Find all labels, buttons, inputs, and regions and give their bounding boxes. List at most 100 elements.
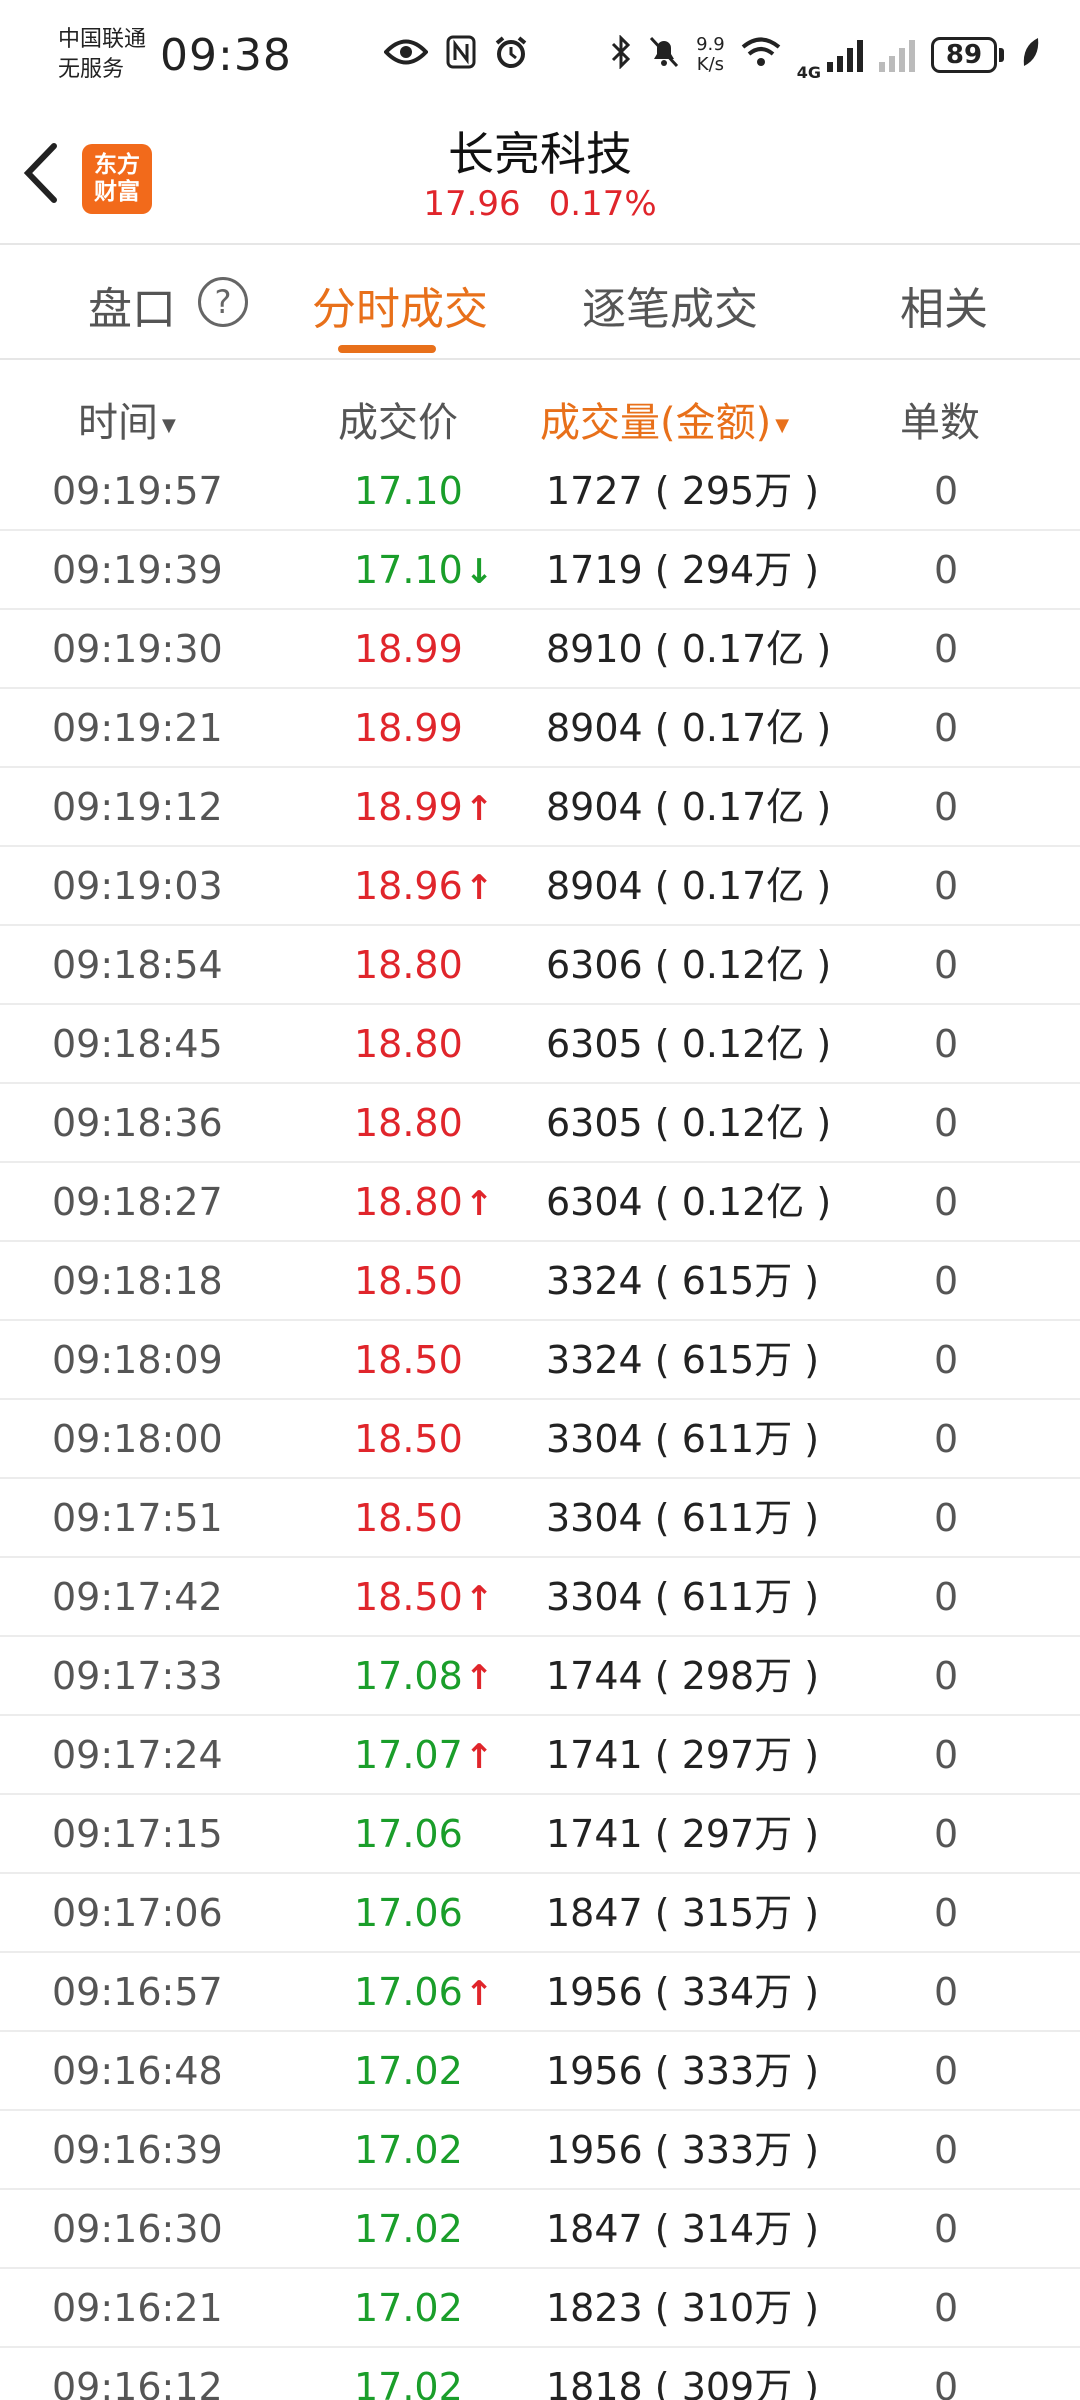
- tab-panel[interactable]: 盘口: [88, 273, 176, 337]
- table-row: 09:16:30 17.02 1847 ( 314万 ) 0: [0, 2190, 1080, 2269]
- trade-count: 0: [934, 785, 959, 829]
- trade-time: 09:19:21: [52, 706, 223, 750]
- signal-no-service-icon: [879, 38, 915, 72]
- trade-time: 09:18:09: [52, 1338, 223, 1382]
- trade-price: 17.02: [354, 2190, 463, 2269]
- column-volume-label: 成交量(金额): [540, 400, 772, 446]
- stock-quote: 17.96 0.17%: [0, 184, 1080, 224]
- trade-price-value: 18.96: [354, 864, 463, 908]
- trade-volume: 6306 ( 0.12亿 ): [546, 943, 832, 987]
- trade-volume: 1741 ( 297万 ): [546, 1812, 820, 1856]
- table-row: 09:18:54 18.80 6306 ( 0.12亿 ) 0: [0, 926, 1080, 1005]
- table-row: 09:19:12 18.99↑ 8904 ( 0.17亿 ) 0: [0, 768, 1080, 847]
- trade-volume: 8910 ( 0.17亿 ): [546, 627, 832, 671]
- trade-price-value: 18.50: [354, 1496, 463, 1540]
- stock-header: 东方 财富 长亮科技 17.96 0.17%: [0, 110, 1080, 245]
- trade-count: 0: [934, 943, 959, 987]
- network-speed-value: 9.9: [696, 34, 725, 55]
- trade-price: 17.02: [354, 2032, 463, 2111]
- trade-price-value: 17.02: [354, 2286, 463, 2330]
- trade-price: 17.06↑: [354, 1953, 493, 2032]
- signal-strength-icon: [827, 38, 863, 72]
- leaf-icon: [1020, 36, 1040, 74]
- trade-volume: 1956 ( 333万 ): [546, 2128, 820, 2172]
- trade-volume: 8904 ( 0.17亿 ): [546, 706, 832, 750]
- trade-volume: 8904 ( 0.17亿 ): [546, 785, 832, 829]
- help-icon[interactable]: ?: [198, 277, 248, 327]
- trade-volume: 6304 ( 0.12亿 ): [546, 1180, 832, 1224]
- trade-time: 09:18:36: [52, 1101, 223, 1145]
- table-row: 09:18:45 18.80 6305 ( 0.12亿 ) 0: [0, 1005, 1080, 1084]
- table-row: 09:17:15 17.06 1741 ( 297万 ) 0: [0, 1795, 1080, 1874]
- table-row: 09:17:24 17.07↑ 1741 ( 297万 ) 0: [0, 1716, 1080, 1795]
- stock-change-pct: 0.17%: [548, 184, 657, 224]
- trade-count: 0: [934, 706, 959, 750]
- table-row: 09:16:48 17.02 1956 ( 333万 ) 0: [0, 2032, 1080, 2111]
- trade-price: 17.10: [354, 452, 463, 531]
- trade-count: 0: [934, 1970, 959, 2014]
- status-bar: 中国联通 无服务 09:38 9.9 K/s 4G 89: [0, 0, 1080, 110]
- arrow-up-icon: ↑: [464, 789, 494, 829]
- trade-price-value: 17.02: [354, 2128, 463, 2172]
- trade-price-value: 17.02: [354, 2365, 463, 2400]
- column-time[interactable]: 时间 ▼: [78, 390, 176, 448]
- trade-price: 17.02: [354, 2269, 463, 2348]
- active-tab-indicator: [338, 345, 436, 353]
- trade-price-value: 17.02: [354, 2049, 463, 2093]
- carrier-name: 中国联通: [58, 27, 147, 52]
- trade-count: 0: [934, 2128, 959, 2172]
- network-speed: 9.9 K/s: [696, 35, 725, 75]
- trade-time: 09:19:03: [52, 864, 223, 908]
- trade-count: 0: [934, 2207, 959, 2251]
- eye-icon: [383, 37, 429, 73]
- mute-bell-icon: [648, 35, 680, 75]
- trade-volume: 1823 ( 310万 ): [546, 2286, 820, 2330]
- trade-price: 18.99: [354, 689, 463, 768]
- arrow-up-icon: ↑: [464, 1974, 494, 2014]
- trade-count: 0: [934, 1180, 959, 1224]
- alarm-icon: [494, 35, 528, 75]
- trade-volume: 1956 ( 333万 ): [546, 2049, 820, 2093]
- trade-list[interactable]: 09:19:57 17.10 1727 ( 295万 ) 0 09:19:39 17.10…: [0, 452, 1080, 2400]
- trade-price-value: 17.02: [354, 2207, 463, 2251]
- trade-price: 18.50: [354, 1321, 463, 1400]
- trade-volume: 6305 ( 0.12亿 ): [546, 1101, 832, 1145]
- stock-name: 长亮科技: [448, 127, 632, 181]
- table-row: 09:16:39 17.02 1956 ( 333万 ) 0: [0, 2111, 1080, 2190]
- table-row: 09:18:27 18.80↑ 6304 ( 0.12亿 ) 0: [0, 1163, 1080, 1242]
- trade-price-value: 17.10: [354, 469, 463, 513]
- trade-price-value: 17.06: [354, 1891, 463, 1935]
- nfc-icon: [446, 35, 476, 75]
- trade-price: 18.80↑: [354, 1163, 493, 1242]
- trade-price-value: 18.50: [354, 1259, 463, 1303]
- table-row: 09:17:51 18.50 3304 ( 611万 ) 0: [0, 1479, 1080, 1558]
- column-volume[interactable]: 成交量(金额) ▼: [540, 390, 789, 448]
- trade-price: 18.80: [354, 926, 463, 1005]
- table-header: 时间 ▼ 成交价 成交量(金额) ▼ 单数: [0, 360, 1080, 460]
- carrier-service: 无服务: [58, 57, 125, 82]
- trade-time: 09:18:18: [52, 1259, 223, 1303]
- trade-price-value: 18.99: [354, 627, 463, 671]
- table-row: 09:17:42 18.50↑ 3304 ( 611万 ) 0: [0, 1558, 1080, 1637]
- trade-volume: 1956 ( 334万 ): [546, 1970, 820, 2014]
- trade-time: 09:17:15: [52, 1812, 223, 1856]
- arrow-up-icon: ↑: [464, 868, 494, 908]
- tab-related[interactable]: 相关: [900, 273, 988, 337]
- trade-price: 17.10↓: [354, 531, 493, 610]
- table-row: 09:16:57 17.06↑ 1956 ( 334万 ) 0: [0, 1953, 1080, 2032]
- trade-price: 17.06: [354, 1874, 463, 1953]
- trade-volume: 3324 ( 615万 ): [546, 1259, 820, 1303]
- trade-time: 09:16:57: [52, 1970, 223, 2014]
- trade-time: 09:16:30: [52, 2207, 223, 2251]
- trade-volume: 1741 ( 297万 ): [546, 1733, 820, 1777]
- column-time-label: 时间: [78, 400, 158, 446]
- trade-price: 17.02: [354, 2348, 463, 2400]
- trade-price: 18.50: [354, 1400, 463, 1479]
- tab-tick-trades[interactable]: 逐笔成交: [582, 273, 758, 337]
- table-row: 09:19:03 18.96↑ 8904 ( 0.17亿 ) 0: [0, 847, 1080, 926]
- network-speed-unit: K/s: [696, 54, 725, 75]
- trade-count: 0: [934, 1654, 959, 1698]
- tab-intraday-trades[interactable]: 分时成交: [312, 273, 488, 337]
- table-row: 09:18:18 18.50 3324 ( 615万 ) 0: [0, 1242, 1080, 1321]
- trade-count: 0: [934, 1812, 959, 1856]
